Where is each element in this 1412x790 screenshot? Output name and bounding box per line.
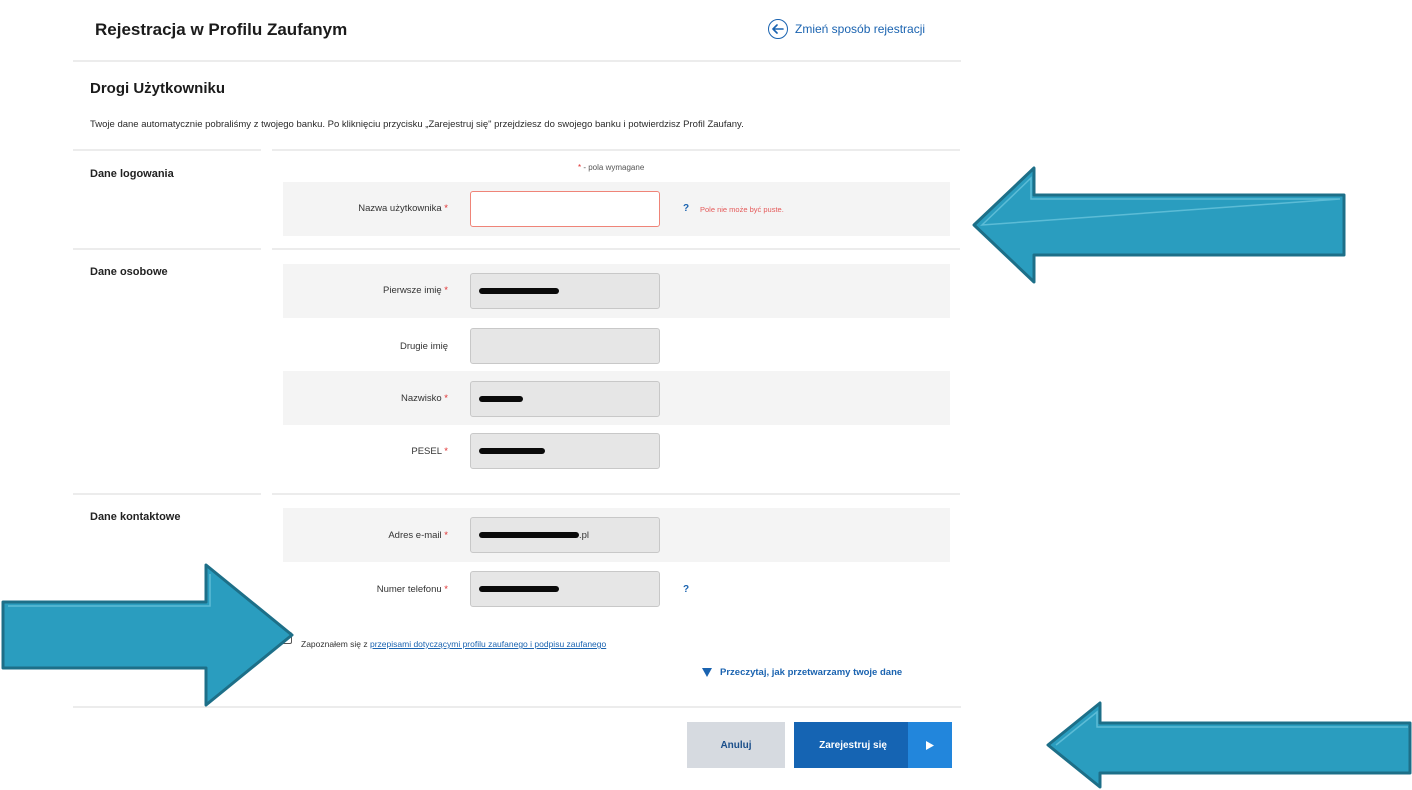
intro-text: Twoje dane automatycznie pobraliśmy z tw… [90,119,744,130]
surname-input[interactable] [470,381,660,417]
pesel-label: PESEL * [411,446,448,457]
email-label: Adres e-mail * [388,530,448,541]
annotation-arrow-register [1046,701,1412,789]
section-divider [272,493,960,495]
regulations-link[interactable]: przepisami dotyczącymi profilu zaufanego… [370,639,606,649]
play-arrow-icon [908,722,952,768]
section-contact-label: Dane kontaktowe [90,511,181,523]
username-help-icon[interactable]: ? [683,203,689,214]
greeting-heading: Drogi Użytkowniku [90,80,226,97]
section-divider [73,493,261,495]
phone-label: Numer telefonu * [376,584,448,595]
second-name-input[interactable] [470,328,660,364]
register-button[interactable]: Zarejestruj się [794,722,952,768]
phone-input[interactable] [470,571,660,607]
register-button-label: Zarejestruj się [819,739,887,751]
redaction-mark [479,288,559,294]
surname-label: Nazwisko * [401,393,448,404]
second-name-label: Drugie imię [399,341,448,352]
change-registration-label: Zmień sposób rejestracji [795,22,926,36]
annotation-arrow-consent [1,563,294,707]
read-more-link[interactable]: Przeczytaj, jak przetwarzamy twoje dane [702,667,902,678]
redaction-mark [479,532,579,538]
first-name-label: Pierwsze imię * [383,285,448,296]
change-registration-link[interactable]: Zmień sposób rejestracji [768,19,925,39]
username-input[interactable] [470,191,660,227]
arrow-left-circle-icon [768,19,788,39]
required-note: * - pola wymagane [578,163,645,172]
email-input[interactable]: .pl [470,517,660,553]
consent-text: Zapoznałem się z przepisami dotyczącymi … [301,639,607,649]
redaction-mark [479,586,559,592]
section-divider [73,248,261,250]
section-divider [272,149,960,151]
username-label: Nazwa użytkownika * [358,203,448,214]
section-personal-label: Dane osobowe [90,266,168,278]
redaction-mark [479,448,545,454]
annotation-arrow-username [972,166,1346,284]
username-error-message: Pole nie może być puste. [700,205,784,214]
triangle-down-icon [702,668,712,677]
pesel-input[interactable] [470,433,660,469]
first-name-input[interactable] [470,273,660,309]
page-title: Rejestracja w Profilu Zaufanym [95,20,348,39]
phone-help-icon[interactable]: ? [683,584,689,595]
header-divider [73,60,961,62]
section-divider [73,149,261,151]
section-login-label: Dane logowania [90,168,174,180]
cancel-button[interactable]: Anuluj [687,722,785,768]
section-divider [272,248,960,250]
redaction-mark [479,396,523,402]
